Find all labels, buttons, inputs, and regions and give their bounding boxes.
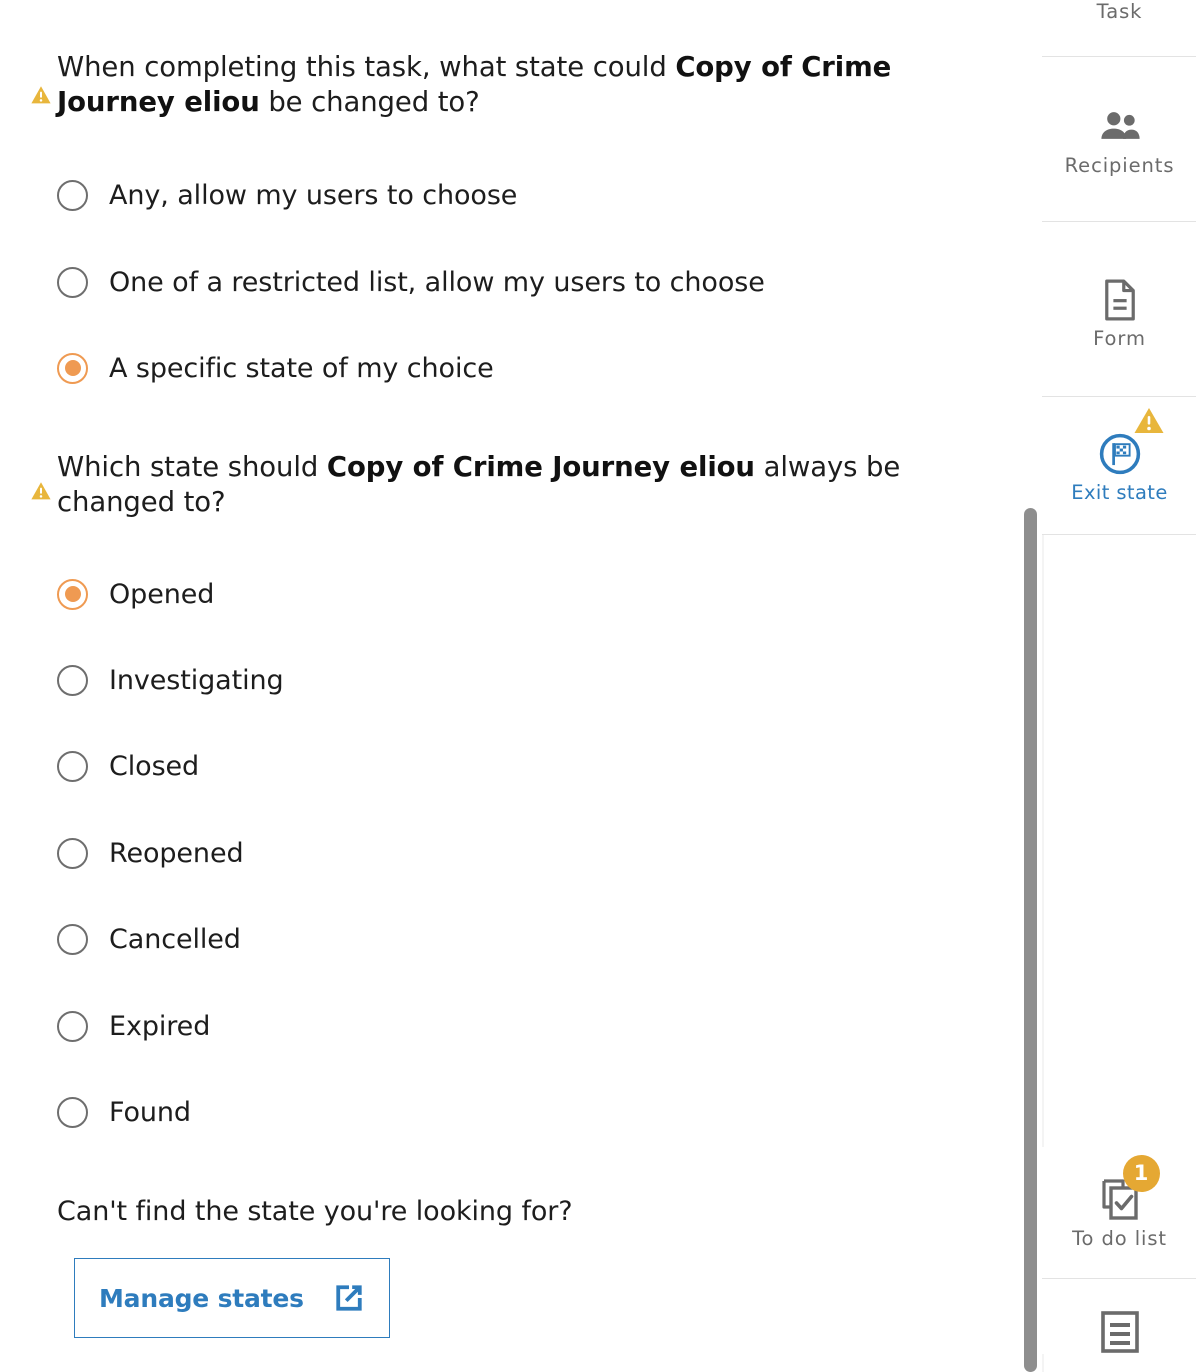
radio-option-found[interactable]: Found (57, 1092, 191, 1132)
radio-option-label: A specific state of my choice (109, 352, 494, 384)
rail-item-recipients[interactable]: Recipients (1042, 57, 1196, 222)
radio-option-label: Opened (109, 578, 215, 610)
manage-states-helper-text: Can't find the state you're looking for? (57, 1196, 573, 1227)
main-content-pane: When completing this task, what state co… (0, 0, 1012, 1372)
warning-triangle-icon (30, 480, 52, 502)
people-icon (1097, 98, 1143, 156)
radio-indicator[interactable] (57, 664, 88, 696)
radio-indicator[interactable] (57, 837, 88, 869)
warning-triangle-icon (30, 84, 52, 106)
radio-indicator[interactable] (57, 266, 88, 298)
checklist-icon: 1 (1099, 1154, 1160, 1229)
rail-item-exit-state[interactable]: Exit state (1042, 397, 1196, 535)
radio-indicator[interactable] (57, 750, 88, 782)
radio-option-label: Closed (109, 750, 200, 782)
radio-indicator-selected[interactable] (57, 578, 88, 610)
radio-indicator[interactable] (57, 179, 88, 211)
manage-states-button-label: Manage states (99, 1283, 304, 1313)
radio-option-restricted-list[interactable]: One of a restricted list, allow my users… (57, 262, 765, 302)
radio-option-label: Investigating (109, 664, 284, 696)
radio-indicator[interactable] (57, 923, 88, 955)
rail-item-label: Recipients (1064, 153, 1175, 177)
rail-item-task[interactable]: Task (1042, 0, 1196, 57)
question-text: Which state should Copy of Crime Journey… (57, 450, 947, 519)
checkered-flag-icon (1097, 407, 1163, 483)
radio-indicator-selected[interactable] (57, 352, 88, 384)
to-do-list-count-badge: 1 (1122, 1154, 1160, 1192)
manage-states-button[interactable]: Manage states (74, 1258, 390, 1338)
radio-option-expired[interactable]: Expired (57, 1006, 210, 1046)
question-prefix: When completing this task, what state co… (57, 51, 676, 83)
radio-option-any[interactable]: Any, allow my users to choose (57, 175, 517, 215)
radio-option-label: Any, allow my users to choose (109, 179, 518, 211)
radio-indicator[interactable] (57, 1096, 88, 1128)
radio-option-reopened[interactable]: Reopened (57, 833, 244, 873)
external-link-icon (330, 1279, 368, 1317)
rail-item-label: Task (1096, 0, 1143, 23)
question-emphasis: Copy of Crime Journey eliou (326, 451, 755, 483)
radio-option-label: Reopened (109, 837, 244, 869)
radio-option-label: Found (109, 1096, 191, 1128)
rail-item-label: Exit state (1071, 480, 1168, 504)
content-scrollbar-thumb[interactable] (1024, 508, 1037, 1372)
radio-option-specific-state[interactable]: A specific state of my choice (57, 348, 494, 388)
question-prefix: Which state should (57, 451, 327, 483)
exit-state-config-screen: When completing this task, what state co… (0, 0, 1196, 1372)
radio-option-closed[interactable]: Closed (57, 746, 199, 786)
question-suffix: be changed to? (259, 85, 480, 118)
radio-option-cancelled[interactable]: Cancelled (57, 919, 241, 959)
rail-empty-region (1042, 535, 1196, 1147)
rail-item-label: Form (1093, 326, 1146, 350)
document-icon (1103, 271, 1137, 329)
radio-indicator[interactable] (57, 1010, 88, 1042)
right-rail: Task Recipients Form Exit state 1 To do … (1041, 0, 1196, 1372)
radio-option-label: Cancelled (109, 923, 241, 955)
rail-item-to-do-list[interactable]: 1 To do list (1042, 1147, 1196, 1279)
radio-option-investigating[interactable]: Investigating (57, 660, 284, 700)
radio-option-opened[interactable]: Opened (57, 574, 214, 614)
question-text: When completing this task, what state co… (57, 50, 947, 119)
radio-option-label: Expired (109, 1010, 211, 1042)
rail-item-label: To do list (1072, 1226, 1167, 1250)
rail-item-notes[interactable] (1042, 1279, 1196, 1354)
notes-icon (1100, 1310, 1140, 1354)
radio-option-label: One of a restricted list, allow my users… (109, 266, 765, 298)
warning-triangle-badge-icon (1133, 405, 1165, 437)
rail-item-form[interactable]: Form (1042, 222, 1196, 397)
